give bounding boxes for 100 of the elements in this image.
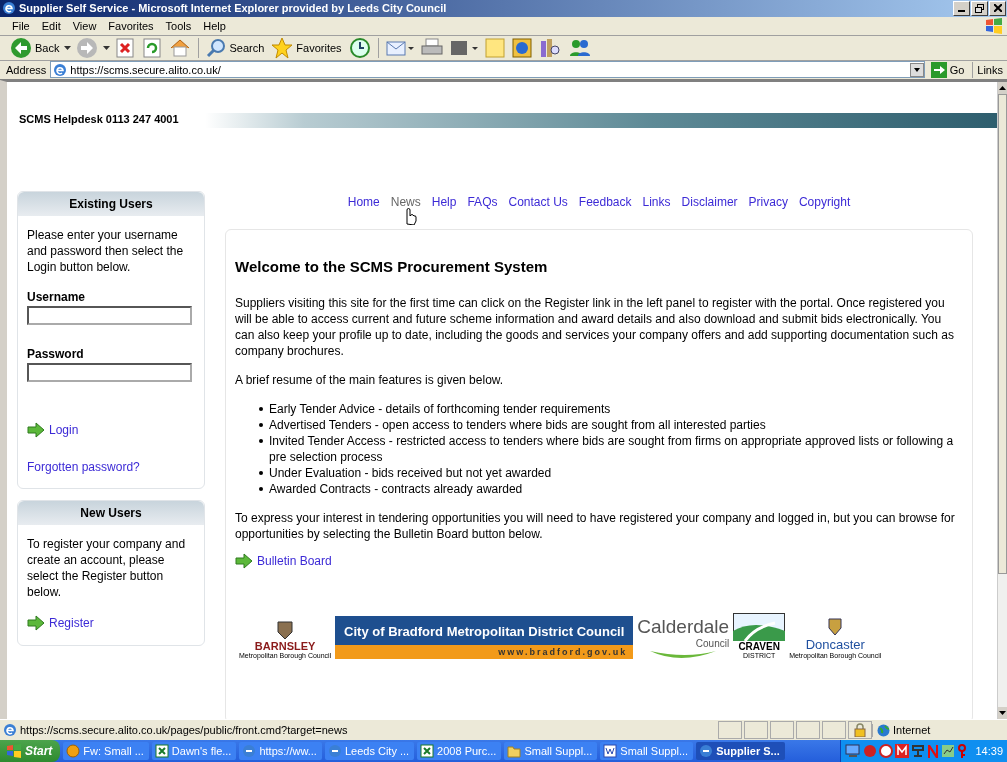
windows-logo-icon	[985, 17, 1003, 34]
resume-text: A brief resume of the main features is given below.	[235, 372, 505, 389]
forgotten-password-link[interactable]: Forgotten password?	[27, 460, 140, 475]
status-text: https://scms.secure.alito.co.uk/pages/public/front.cmd?target=news	[20, 724, 348, 737]
back-icon[interactable]	[10, 36, 32, 59]
arrow-icon	[27, 615, 45, 632]
status-pane	[744, 721, 768, 740]
globe-icon	[877, 723, 890, 737]
instruction-text: Please enter your username and password then select the Login button below.	[27, 227, 185, 276]
dropdown-icon[interactable]	[909, 62, 924, 77]
landscape-icon	[733, 613, 786, 642]
menu-item[interactable]: File	[6, 19, 36, 32]
stop-icon[interactable]	[115, 37, 136, 58]
close-button[interactable]	[989, 0, 1006, 16]
caret-icon[interactable]	[103, 45, 111, 50]
star-icon[interactable]	[271, 36, 294, 59]
page-e-icon	[3, 723, 17, 738]
council-logo: City of Bradford Metropolitan District Council www.bradford.gov.uk	[335, 616, 634, 660]
toolbar-button[interactable]: Search	[204, 37, 267, 58]
refresh-icon[interactable]	[142, 37, 163, 58]
taskbar-button[interactable]: https://ww...	[239, 742, 322, 760]
restore-icon[interactable]	[975, 3, 984, 13]
bullet-icon	[259, 423, 263, 428]
history-icon[interactable]	[348, 36, 371, 59]
arrow-icon	[235, 553, 253, 570]
status-pane	[822, 721, 846, 740]
status-pane	[770, 721, 794, 740]
password-field[interactable]	[27, 363, 192, 383]
scroll-down-icon[interactable]	[999, 711, 1006, 716]
nav-link[interactable]: Links	[642, 195, 671, 210]
interest-paragraph: To express your interest in tendering opportunities you will need to have registered your company and logged in, but you can browse for opportunities by selecting the Bulletin Board button below.	[235, 510, 956, 543]
arrow-icon	[27, 422, 45, 439]
menu-item[interactable]: View	[66, 19, 103, 32]
nav-link[interactable]: Contact Us	[508, 195, 568, 210]
feature-item: Under Evaluation - bids received but not yet awarded	[269, 465, 552, 482]
minimize-button[interactable]	[953, 0, 970, 16]
nav-link[interactable]: Home	[347, 195, 380, 210]
menu-item[interactable]: Tools	[159, 19, 198, 32]
feature-item: Advertised Tenders - open access to tenders where bids are sought from all interested parties	[269, 417, 766, 434]
nav-link[interactable]: Disclaimer	[681, 195, 738, 210]
address-field[interactable]: https://scms.secure.alito.co.uk/	[50, 61, 925, 79]
search-icon[interactable]	[206, 37, 227, 58]
scroll-thumb[interactable]	[998, 94, 1007, 575]
padlock-icon	[854, 723, 866, 738]
printer-icon[interactable]	[420, 37, 443, 58]
taskbar-button[interactable]: Dawn's fle...	[151, 742, 237, 760]
password-label: Password	[27, 347, 85, 363]
folder-icon	[507, 744, 522, 758]
go-button[interactable]: Go	[928, 61, 974, 78]
spreadsheet-icon	[154, 744, 169, 758]
council-logo: Calderdale Council	[637, 616, 730, 660]
books-icon[interactable]	[538, 37, 561, 58]
menu-item[interactable]: Help	[197, 19, 232, 32]
start-button[interactable]: Start	[0, 740, 61, 762]
feature-item: Early Tender Advice - details of forthcoming tender requirements	[269, 401, 611, 418]
register-link[interactable]: Register	[49, 616, 94, 631]
login-link[interactable]: Login	[49, 423, 79, 438]
key-icon	[957, 744, 968, 758]
nav-link[interactable]: News	[390, 195, 421, 210]
feature-item: Awarded Contracts - contracts already awarded	[269, 481, 523, 498]
address-label: Address	[6, 63, 47, 76]
menu-item[interactable]: Favorites	[102, 19, 160, 32]
globe-icon[interactable]	[511, 37, 532, 58]
bulletin-board-link[interactable]: Bulletin Board	[257, 554, 332, 569]
caret-icon[interactable]	[64, 45, 72, 50]
n-logo-icon	[927, 744, 940, 758]
taskbar-button[interactable]: Fw: Small ...	[63, 742, 149, 760]
taskbar-button[interactable]: 2008 Purc...	[417, 742, 502, 760]
chart-icon	[941, 744, 956, 758]
spreadsheet-icon	[420, 744, 435, 758]
menu-item[interactable]: Edit	[35, 19, 67, 32]
taskbar-button[interactable]: Small Suppl...	[600, 742, 694, 760]
toolbar-button[interactable]: Favorites	[269, 36, 344, 59]
crest-icon	[827, 617, 844, 638]
status-pane	[718, 721, 742, 740]
card-title: New Users	[18, 501, 204, 526]
nav-link[interactable]: Privacy	[748, 195, 788, 210]
scroll-up-icon[interactable]	[999, 86, 1006, 91]
toolbar-button[interactable]: Back	[8, 36, 62, 59]
taskbar-button[interactable]: Leeds City ...	[324, 742, 415, 760]
links-button[interactable]: Links	[977, 63, 1007, 76]
nav-link[interactable]: FAQs	[467, 195, 498, 210]
taskbar-button[interactable]: Small Suppl...	[504, 742, 598, 760]
nav-link[interactable]: Copyright	[798, 195, 851, 210]
card-title: Existing Users	[18, 192, 204, 217]
nav-link[interactable]: Help	[431, 195, 457, 210]
zone-text: Internet	[893, 724, 931, 737]
feature-item: Invited Tender Access - restricted access to tenders where bids are sought from firms on appropriate approved lists or following a pre selection process	[269, 433, 955, 466]
close-icon[interactable]	[993, 4, 1002, 13]
mail-app-icon	[66, 744, 81, 758]
computer-icon	[845, 744, 862, 758]
username-field[interactable]	[27, 306, 192, 326]
bullet-icon	[259, 407, 263, 412]
windows-logo-icon	[6, 744, 22, 758]
taskbar-button[interactable]: Supplier S...	[696, 742, 785, 760]
vertical-scrollbar[interactable]	[997, 82, 1007, 720]
restore-button[interactable]	[971, 0, 988, 16]
nav-link[interactable]: Feedback	[578, 195, 632, 210]
people-icon[interactable]	[567, 37, 592, 58]
status-pane	[796, 721, 820, 740]
